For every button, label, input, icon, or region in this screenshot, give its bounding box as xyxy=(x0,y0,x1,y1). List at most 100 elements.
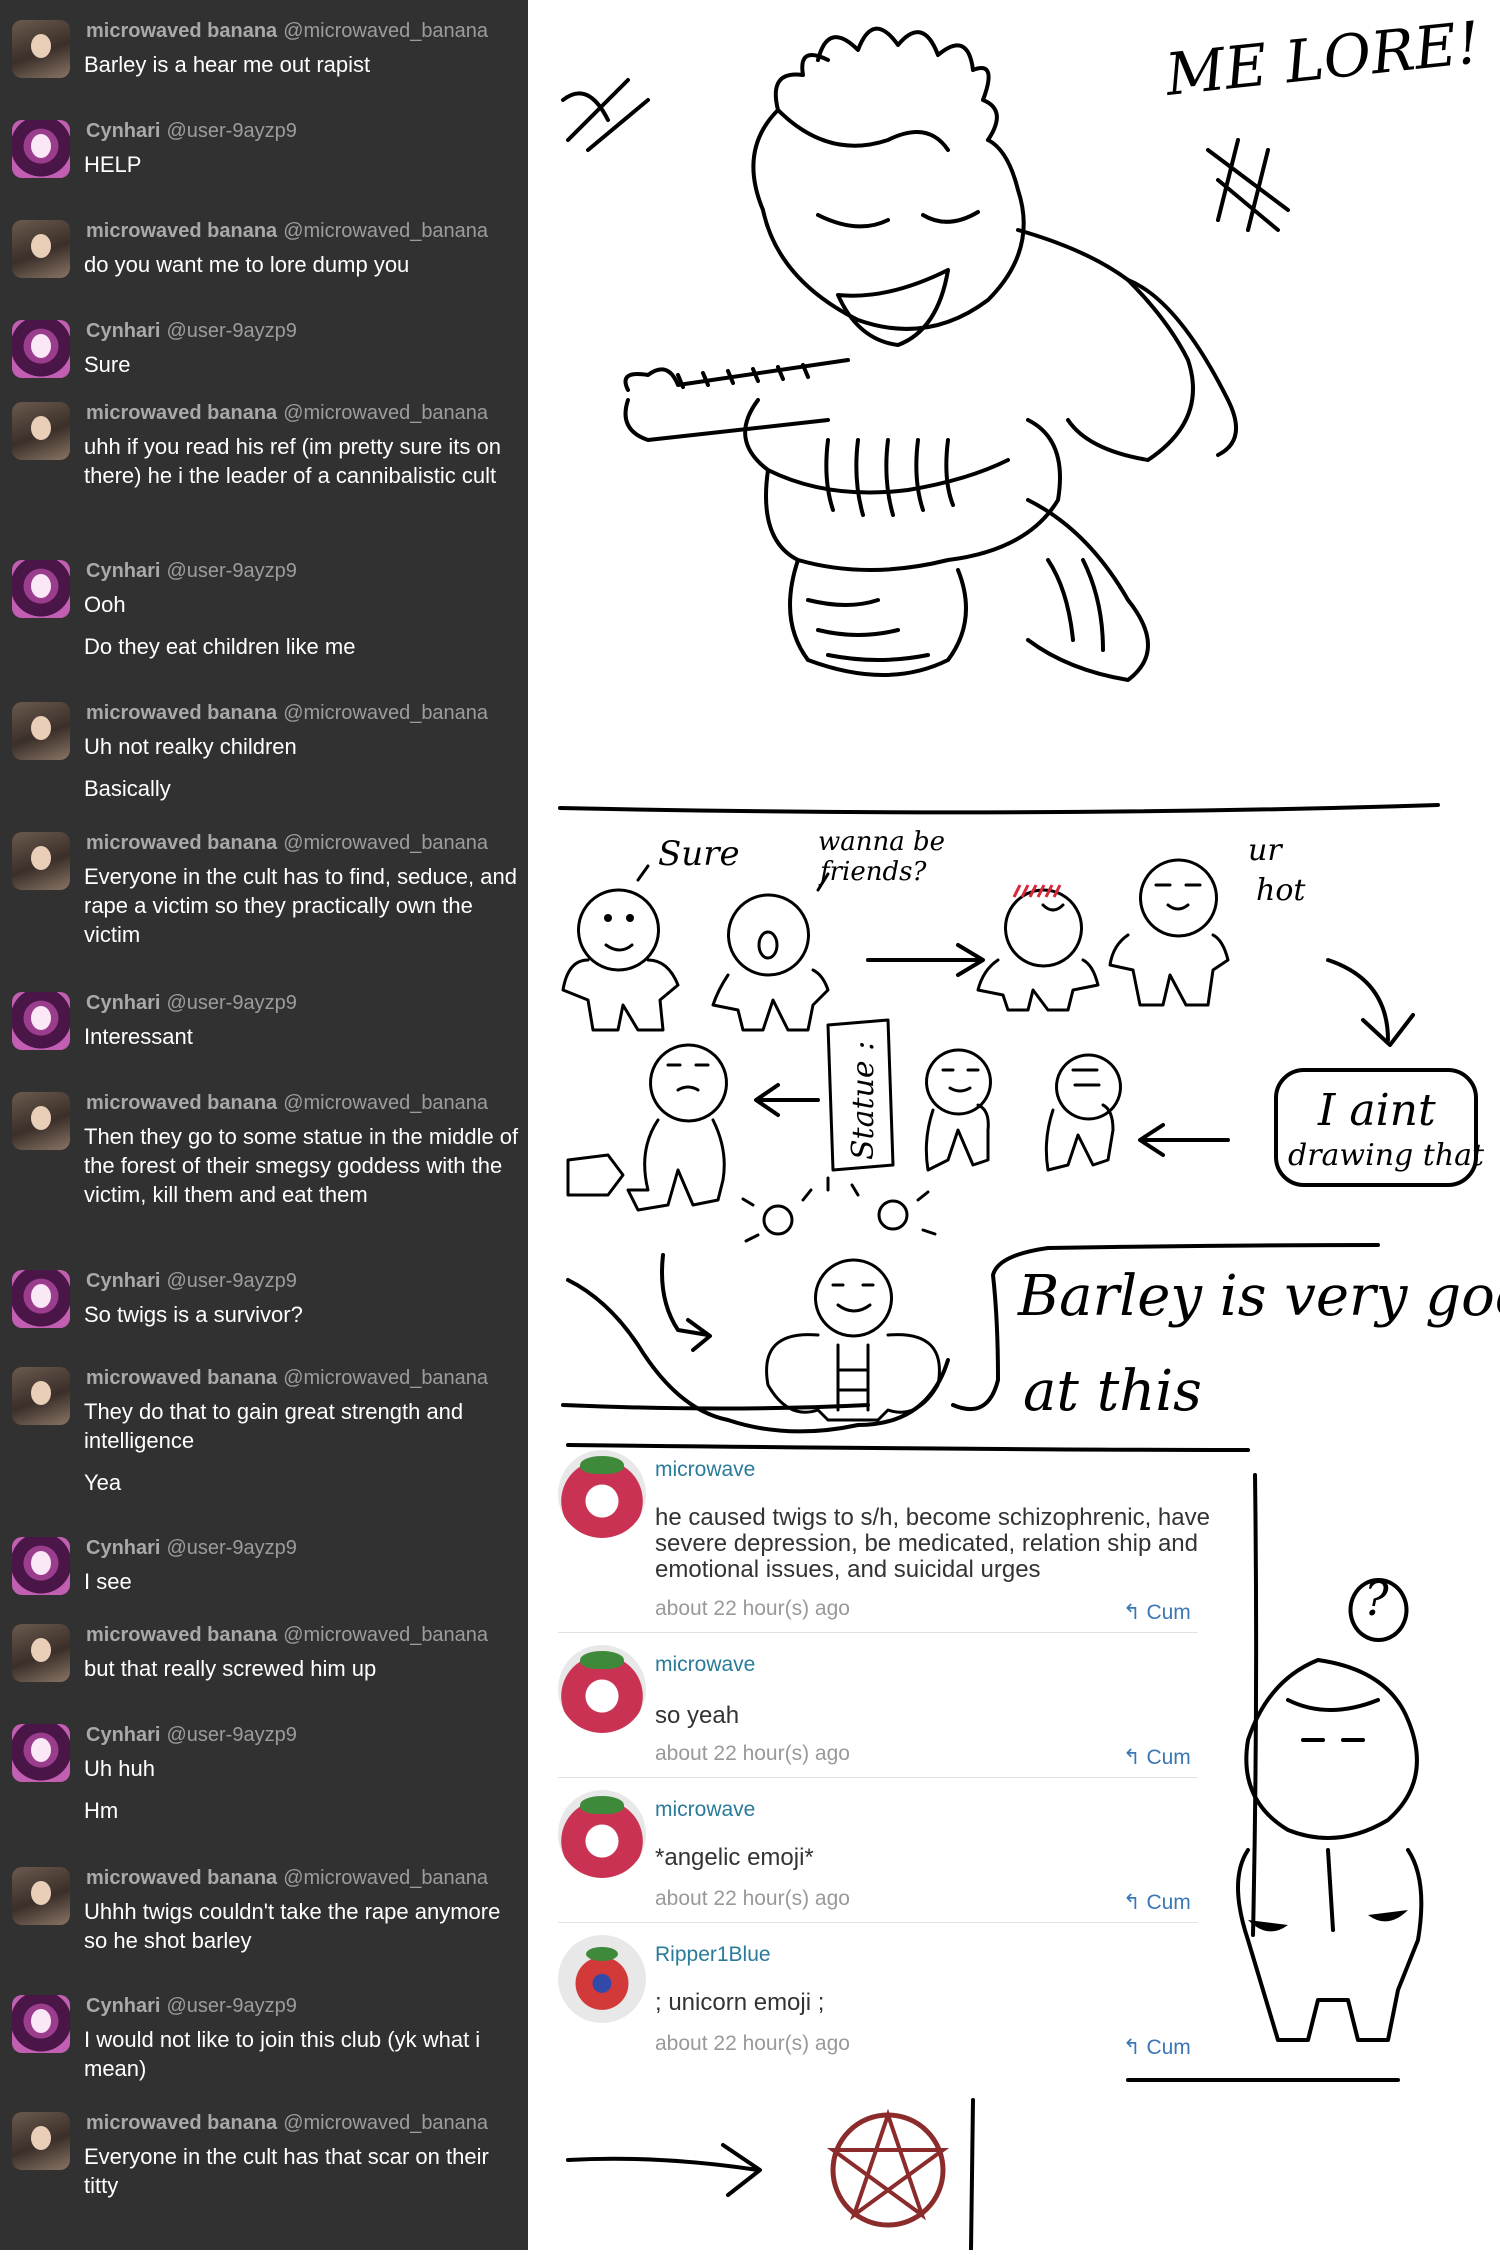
display-name: microwaved banana xyxy=(86,1367,278,1389)
user-avatar[interactable] xyxy=(12,120,70,178)
message-username[interactable]: Cynhari @user-9ayzp9 xyxy=(86,560,297,583)
user-avatar[interactable] xyxy=(12,1537,70,1595)
user-avatar[interactable] xyxy=(12,832,70,890)
user-handle: @user-9ayzp9 xyxy=(166,992,297,1014)
display-name: microwaved banana xyxy=(86,402,278,424)
display-name: microwaved banana xyxy=(86,20,278,42)
message-username[interactable]: microwaved banana @microwaved_banana xyxy=(86,2112,488,2135)
bubble-wanna-be: wanna be xyxy=(818,827,945,857)
message-text: They do that to gain great strength and … xyxy=(84,1399,464,1453)
chat-panel: microwaved banana @microwaved_banana Barle… xyxy=(0,0,528,2250)
user-handle: @user-9ayzp9 xyxy=(166,1724,297,1746)
message-text: Yea xyxy=(84,1470,122,1495)
display-name: microwaved banana xyxy=(86,832,278,854)
message-text: So twigs is a survivor? xyxy=(84,1302,303,1327)
user-handle: @microwaved_banana xyxy=(283,1624,489,1646)
user-handle: @microwaved_banana xyxy=(283,1867,489,1889)
commenter-avatar[interactable] xyxy=(558,1450,646,1538)
commenter-avatar[interactable] xyxy=(558,1790,646,1878)
user-avatar[interactable] xyxy=(12,992,70,1050)
message-text: Barley is a hear me out rapist xyxy=(84,52,371,77)
message-username[interactable]: Cynhari @user-9ayzp9 xyxy=(86,1537,297,1560)
comment-timestamp: about 22 hour(s) ago xyxy=(655,1742,850,1765)
comic-row-1: Sure wanna be friends? ur hot xyxy=(561,827,1415,1047)
display-name: Cynhari xyxy=(86,1270,161,1292)
user-avatar[interactable] xyxy=(12,1995,70,2053)
commenter-avatar[interactable] xyxy=(558,1935,646,2023)
reply-button[interactable]: ↰ Cum xyxy=(1123,1600,1191,1625)
commenter-avatar[interactable] xyxy=(558,1645,646,1733)
display-name: microwaved banana xyxy=(86,1624,278,1646)
user-handle: @microwaved_banana xyxy=(283,702,489,724)
message-username[interactable]: Cynhari @user-9ayzp9 xyxy=(86,992,297,1015)
reply-label: Cum xyxy=(1146,2036,1191,2059)
message-username[interactable]: Cynhari @user-9ayzp9 xyxy=(86,120,297,143)
avatar-face xyxy=(31,846,51,870)
user-avatar[interactable] xyxy=(12,1724,70,1782)
display-name: microwaved banana xyxy=(86,1867,278,1889)
message-username[interactable]: microwaved banana @microwaved_banana xyxy=(86,1367,488,1390)
reply-icon: ↰ xyxy=(1123,1746,1147,1769)
message-username[interactable]: microwaved banana @microwaved_banana xyxy=(86,1867,488,1890)
reply-button[interactable]: ↰ Cum xyxy=(1123,1745,1191,1770)
avatar-face xyxy=(31,1006,51,1030)
user-avatar[interactable] xyxy=(12,560,70,618)
message-username[interactable]: Cynhari @user-9ayzp9 xyxy=(86,1995,297,2018)
me-lore-text: ME LORE! xyxy=(1161,8,1483,109)
avatar-face xyxy=(31,1881,51,1905)
drawing-area: ME LORE! Sure wanna be friends? ur hot S… xyxy=(528,0,1500,2252)
commenter-name[interactable]: microwave xyxy=(655,1798,755,1822)
message-username[interactable]: microwaved banana @microwaved_banana xyxy=(86,702,488,725)
comic-row-3: Barley is very good at this xyxy=(561,1176,1500,1452)
comment-divider xyxy=(558,1632,1198,1633)
display-name: Cynhari xyxy=(86,320,161,342)
comic-row-2: Statue : I aint drawing that xyxy=(566,1018,1485,1212)
comment-text: he caused twigs to s/h, become schizophr… xyxy=(655,1504,1210,1583)
user-avatar[interactable] xyxy=(12,1092,70,1150)
avatar-face xyxy=(31,334,51,358)
avatar-face xyxy=(31,1106,51,1130)
user-avatar[interactable] xyxy=(12,1867,70,1925)
user-handle: @microwaved_banana xyxy=(283,20,489,42)
comment-timestamp: about 22 hour(s) ago xyxy=(655,2032,850,2055)
commenter-name[interactable]: microwave xyxy=(655,1458,755,1482)
user-avatar[interactable] xyxy=(12,402,70,460)
message-text: Ooh xyxy=(84,592,126,617)
user-handle: @user-9ayzp9 xyxy=(166,1537,297,1559)
message-username[interactable]: microwaved banana @microwaved_banana xyxy=(86,20,488,43)
avatar-face xyxy=(31,716,51,740)
display-name: Cynhari xyxy=(86,992,161,1014)
user-avatar[interactable] xyxy=(12,1624,70,1682)
barley-line-1: Barley is very good xyxy=(1017,1264,1500,1329)
message-text: Basically xyxy=(84,776,171,801)
message-username[interactable]: microwaved banana @microwaved_banana xyxy=(86,402,488,425)
box-i-aint: I aint xyxy=(1317,1085,1436,1136)
message-username[interactable]: microwaved banana @microwaved_banana xyxy=(86,1624,488,1647)
user-avatar[interactable] xyxy=(12,20,70,78)
message-username[interactable]: Cynhari @user-9ayzp9 xyxy=(86,320,297,343)
user-avatar[interactable] xyxy=(12,320,70,378)
avatar-face xyxy=(31,1738,51,1762)
reply-label: Cum xyxy=(1146,1891,1191,1914)
comment-text: so yeah xyxy=(655,1702,740,1729)
commenter-name[interactable]: microwave xyxy=(655,1653,755,1677)
user-avatar[interactable] xyxy=(12,1270,70,1328)
user-avatar[interactable] xyxy=(12,220,70,278)
display-name: microwaved banana xyxy=(86,1092,278,1114)
message-username[interactable]: microwaved banana @microwaved_banana xyxy=(86,220,488,243)
commenter-name[interactable]: Ripper1Blue xyxy=(655,1943,771,1967)
avatar-face xyxy=(31,1551,51,1575)
reply-button[interactable]: ↰ Cum xyxy=(1123,1890,1191,1915)
message-username[interactable]: microwaved banana @microwaved_banana xyxy=(86,1092,488,1115)
avatar-face xyxy=(31,574,51,598)
user-avatar[interactable] xyxy=(12,2112,70,2170)
message-text: do you want me to lore dump you xyxy=(84,252,410,277)
reply-button[interactable]: ↰ Cum xyxy=(1123,2035,1191,2060)
message-username[interactable]: Cynhari @user-9ayzp9 xyxy=(86,1724,297,1747)
user-avatar[interactable] xyxy=(12,702,70,760)
user-handle: @user-9ayzp9 xyxy=(166,1270,297,1292)
message-text: but that really screwed him up xyxy=(84,1656,377,1681)
user-avatar[interactable] xyxy=(12,1367,70,1425)
message-username[interactable]: microwaved banana @microwaved_banana xyxy=(86,832,488,855)
message-username[interactable]: Cynhari @user-9ayzp9 xyxy=(86,1270,297,1293)
